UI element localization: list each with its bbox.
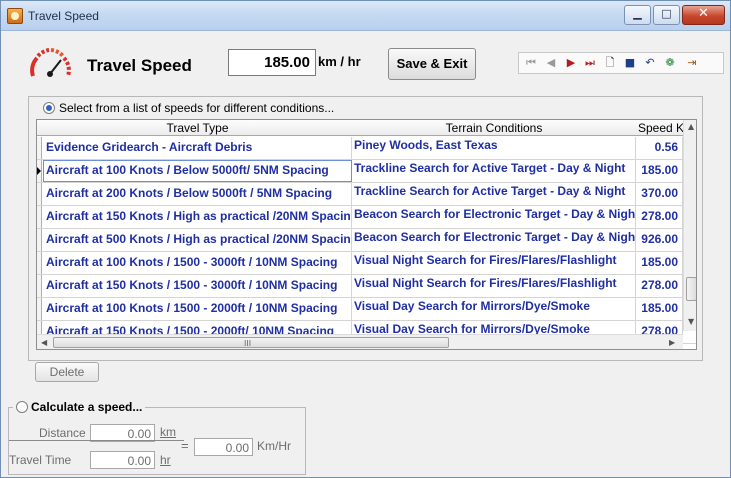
scroll-left-icon[interactable]: ◀ bbox=[41, 338, 47, 347]
speed-cell[interactable]: 278.00 bbox=[636, 206, 683, 228]
travel-time-input[interactable]: 0.00 bbox=[90, 451, 155, 469]
scroll-right-icon[interactable]: ▶ bbox=[669, 338, 675, 347]
maximize-button[interactable]: □ bbox=[653, 5, 680, 25]
record-navigator: ⏮ ◀ ▶ ⏭ 🗋 ■ ↶ ❁ ⇥ bbox=[518, 52, 724, 74]
table-row[interactable]: Aircraft at 150 Knots / 1500 - 3000ft / … bbox=[37, 275, 696, 298]
speedometer-icon bbox=[30, 48, 71, 77]
first-record-icon[interactable]: ⏮ bbox=[523, 54, 539, 72]
speed-cell[interactable]: 185.00 bbox=[636, 160, 683, 182]
exit-icon[interactable]: ⇥ bbox=[683, 54, 701, 72]
fraction-divider bbox=[9, 440, 184, 441]
speed-cell[interactable]: 370.00 bbox=[636, 183, 683, 205]
travel-type-cell[interactable]: Aircraft at 150 Knots / 1500 - 3000ft / … bbox=[43, 275, 352, 297]
row-selector[interactable] bbox=[37, 160, 42, 182]
refresh-icon[interactable]: ❁ bbox=[662, 54, 678, 72]
speed-grid: Travel Type Terrain Conditions Speed Km/… bbox=[36, 119, 697, 350]
vertical-scroll-thumb[interactable] bbox=[686, 277, 696, 301]
table-row[interactable]: Aircraft at 500 Knots / High as practica… bbox=[37, 229, 696, 252]
title-bar[interactable]: Travel Speed ▁ □ ✕ bbox=[1, 1, 730, 31]
table-row[interactable]: Aircraft at 200 Knots / Below 5000ft / 5… bbox=[37, 183, 696, 206]
list-option-label[interactable]: Select from a list of speeds for differe… bbox=[59, 101, 334, 115]
speed-cell[interactable]: 0.56 bbox=[636, 137, 683, 159]
save-exit-button[interactable]: Save & Exit bbox=[388, 48, 476, 80]
scroll-up-icon[interactable]: ▲ bbox=[688, 122, 694, 131]
page-title: Travel Speed bbox=[87, 56, 192, 75]
scroll-grip: III bbox=[244, 339, 252, 348]
row-selector[interactable] bbox=[37, 183, 42, 205]
minimize-icon: ▁ bbox=[633, 7, 642, 20]
equals-sign: = bbox=[181, 438, 189, 453]
vertical-scrollbar[interactable]: ▲ ▼ bbox=[683, 120, 696, 331]
save-record-icon[interactable]: ■ bbox=[622, 54, 638, 72]
row-selector[interactable] bbox=[37, 206, 42, 228]
row-selector[interactable] bbox=[37, 298, 42, 320]
grid-header: Travel Type Terrain Conditions Speed Km/… bbox=[37, 120, 696, 136]
terrain-cell[interactable]: Visual Night Search for Fires/Flares/Fla… bbox=[352, 252, 636, 274]
delete-button[interactable]: Delete bbox=[35, 362, 99, 382]
next-record-icon[interactable]: ▶ bbox=[563, 54, 579, 72]
table-row[interactable]: Aircraft at 100 Knots / 1500 - 3000ft / … bbox=[37, 252, 696, 275]
travel-type-cell[interactable]: Aircraft at 500 Knots / High as practica… bbox=[43, 229, 352, 251]
table-row[interactable]: Aircraft at 100 Knots / Below 5000ft/ 5N… bbox=[37, 160, 696, 183]
travel-type-cell[interactable]: Evidence Gridearch - Aircraft Debris bbox=[43, 137, 352, 159]
table-row[interactable]: Aircraft at 100 Knots / 1500 - 2000ft / … bbox=[37, 298, 696, 321]
travel-type-cell[interactable]: Aircraft at 100 Knots / 1500 - 3000ft / … bbox=[43, 252, 352, 274]
minimize-button[interactable]: ▁ bbox=[624, 5, 651, 25]
column-header-travel-type[interactable]: Travel Type bbox=[43, 121, 352, 135]
speed-cell[interactable]: 185.00 bbox=[636, 252, 683, 274]
list-option-radio[interactable] bbox=[43, 102, 55, 114]
travel-type-cell[interactable]: Aircraft at 200 Knots / Below 5000ft / 5… bbox=[43, 183, 352, 205]
terrain-cell[interactable]: Trackline Search for Active Target - Day… bbox=[352, 160, 636, 182]
terrain-cell[interactable]: Beacon Search for Electronic Target - Da… bbox=[352, 206, 636, 228]
maximize-icon: □ bbox=[661, 7, 672, 20]
row-selector[interactable] bbox=[37, 229, 42, 251]
travel-speed-window: Travel Speed ▁ □ ✕ Travel Speed 185.00 k… bbox=[0, 0, 731, 478]
row-selector[interactable] bbox=[37, 252, 42, 274]
new-record-icon[interactable]: 🗋 bbox=[602, 54, 618, 72]
calculate-option: Calculate a speed... bbox=[13, 400, 146, 414]
travel-type-cell[interactable]: Aircraft at 100 Knots / 1500 - 2000ft / … bbox=[43, 298, 352, 320]
speed-cell[interactable]: 278.00 bbox=[636, 275, 683, 297]
speed-list-panel: Select from a list of speeds for differe… bbox=[28, 96, 703, 361]
undo-icon[interactable]: ↶ bbox=[642, 54, 658, 72]
last-record-icon[interactable]: ⏭ bbox=[582, 54, 598, 72]
travel-time-label: Travel Time bbox=[9, 453, 72, 467]
speed-input[interactable]: 185.00 bbox=[228, 49, 316, 76]
horizontal-scrollbar[interactable]: ◀ III ▶ bbox=[37, 334, 683, 349]
result-output: 0.00 bbox=[194, 438, 253, 456]
terrain-cell[interactable]: Visual Night Search for Fires/Flares/Fla… bbox=[352, 275, 636, 297]
row-selector[interactable] bbox=[37, 275, 42, 297]
speed-cell[interactable]: 185.00 bbox=[636, 298, 683, 320]
column-header-speed[interactable]: Speed Km/Hr bbox=[636, 121, 683, 135]
terrain-cell[interactable]: Trackline Search for Active Target - Day… bbox=[352, 183, 636, 205]
distance-unit-label: km bbox=[160, 425, 176, 439]
column-header-terrain[interactable]: Terrain Conditions bbox=[352, 121, 636, 135]
header-row: Travel Speed 185.00 km / hr Save & Exit … bbox=[1, 32, 730, 92]
table-row[interactable]: Evidence Gridearch - Aircraft Debris Pine… bbox=[37, 137, 696, 160]
travel-type-cell[interactable]: Aircraft at 100 Knots / Below 5000ft/ 5N… bbox=[43, 160, 352, 182]
close-button[interactable]: ✕ bbox=[682, 5, 725, 25]
distance-label: Distance bbox=[39, 426, 86, 440]
speed-unit-label: km / hr bbox=[318, 54, 361, 69]
terrain-cell[interactable]: Beacon Search for Electronic Target - Da… bbox=[352, 229, 636, 251]
terrain-cell[interactable]: Visual Day Search for Mirrors/Dye/Smoke bbox=[352, 298, 636, 320]
scroll-down-icon[interactable]: ▼ bbox=[688, 317, 694, 326]
prior-record-icon[interactable]: ◀ bbox=[543, 54, 559, 72]
travel-type-cell[interactable]: Aircraft at 150 Knots / High as practica… bbox=[43, 206, 352, 228]
terrain-cell[interactable]: Piney Woods, East Texas bbox=[352, 137, 636, 159]
result-unit-label: Km/Hr bbox=[257, 439, 291, 453]
table-row[interactable]: Aircraft at 150 Knots / High as practica… bbox=[37, 206, 696, 229]
row-selector[interactable] bbox=[37, 137, 42, 159]
travel-time-unit-label: hr bbox=[160, 453, 171, 467]
horizontal-scroll-thumb[interactable]: III bbox=[53, 337, 449, 348]
speed-cell[interactable]: 926.00 bbox=[636, 229, 683, 251]
close-icon: ✕ bbox=[698, 6, 709, 21]
window-title: Travel Speed bbox=[28, 9, 99, 23]
calculate-option-radio[interactable] bbox=[16, 401, 28, 413]
calculate-option-label[interactable]: Calculate a speed... bbox=[31, 400, 142, 414]
app-icon bbox=[7, 8, 23, 24]
